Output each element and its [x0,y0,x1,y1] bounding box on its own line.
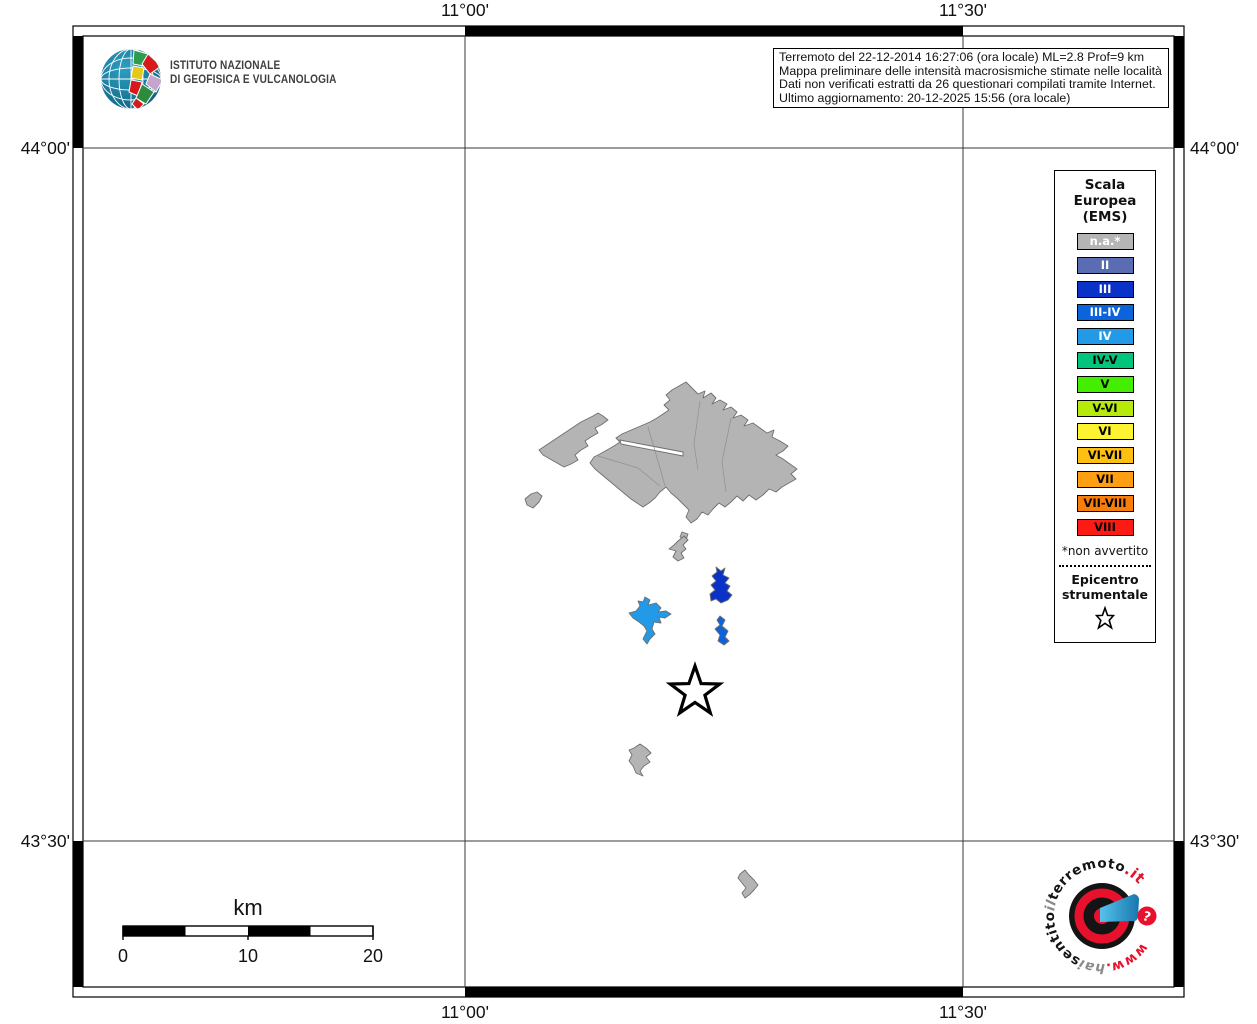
intensity-legend: Scala Europea (EMS) n.a.* II III III-IV … [1054,170,1156,643]
info-line-updated: Ultimo aggiornamento: 20-12-2025 15:56 (… [779,90,1071,105]
legend-epicenter-line1: Epicentro [1071,571,1139,587]
legend-epicenter-line2: strumentale [1061,586,1149,602]
legend-title-line1: Scala [1084,177,1126,193]
lon-label-bottom-left: 11°00' [441,1002,489,1022]
info-line-event: Terremoto del 22-12-2014 16:27:06 (ora l… [779,50,1145,64]
legend-swatch-vi: VI [1076,423,1134,441]
legend-swatch-iv-v: IV-V [1076,351,1134,369]
scale-bar: km 0 10 20 [118,895,383,966]
scale-bar-tick-20: 20 [363,946,383,966]
legend-divider [1059,564,1151,567]
legend-title-line3: (EMS) [1082,209,1128,225]
legend-swatch-iii-iv: III-IV [1076,304,1134,322]
lon-label-top-left: 11°00' [441,0,489,20]
scale-bar-tick-10: 10 [238,946,258,966]
legend-footnote: *non avvertito [1061,543,1149,558]
ingv-wordmark: ISTITUTO NAZIONALE DI GEOFISICA E VULCAN… [170,58,337,86]
legend-swatch-vii: VII [1076,470,1134,488]
legend-swatch-v-vi: V-VI [1076,399,1134,417]
map-frame [72,25,1185,998]
legend-swatch-na: n.a.* [1076,233,1134,250]
legend-swatch-vi-vii: VI-VII [1076,447,1134,465]
lon-label-top-right: 11°30' [939,0,987,20]
lat-label-left-bottom: 43°30' [20,831,70,851]
info-line-map-type: Mappa preliminare delle intensità macros… [779,63,1162,78]
scale-bar-tick-0: 0 [118,946,128,966]
info-line-questionnaires: Dati non verificati estratti da 26 quest… [779,77,1156,92]
legend-epicenter-label: Epicentro strumentale [1055,572,1155,602]
scale-bar-segments [122,925,374,940]
haisentitoilterremoto-logo: ? www.haisentitoilterremoto.it [1042,856,1157,976]
lon-label-bottom-right: 11°30' [939,1002,987,1022]
legend-title: Scala Europea (EMS) [1055,177,1155,225]
legend-swatch-viii: VIII [1076,518,1134,536]
lat-label-right-top: 44°00' [1190,138,1240,158]
legend-swatch-v: V [1076,375,1134,393]
legend-swatch-ii: II [1076,256,1134,274]
legend-swatch-iv: IV [1076,328,1134,346]
map-page: 11°00' 11°30' 11°00' 11°30' 44°00' 43°30… [0,0,1257,1024]
lat-label-left-top: 44°00' [20,138,70,158]
scale-bar-unit: km [233,895,262,920]
legend-title-line2: Europea [1073,193,1137,209]
legend-swatch-iii: III [1076,280,1134,298]
ingv-wordmark-line1: ISTITUTO NAZIONALE [170,58,281,72]
legend-epicenter-star-icon [1094,605,1116,630]
ingv-globe-logo [101,49,161,109]
legend-swatch-vii-viii: VII-VIII [1076,494,1134,512]
ingv-wordmark-line2: DI GEOFISICA E VULCANOLOGIA [170,72,337,86]
event-info-box: Terremoto del 22-12-2014 16:27:06 (ora l… [773,48,1169,108]
lat-label-right-bottom: 43°30' [1190,831,1240,851]
